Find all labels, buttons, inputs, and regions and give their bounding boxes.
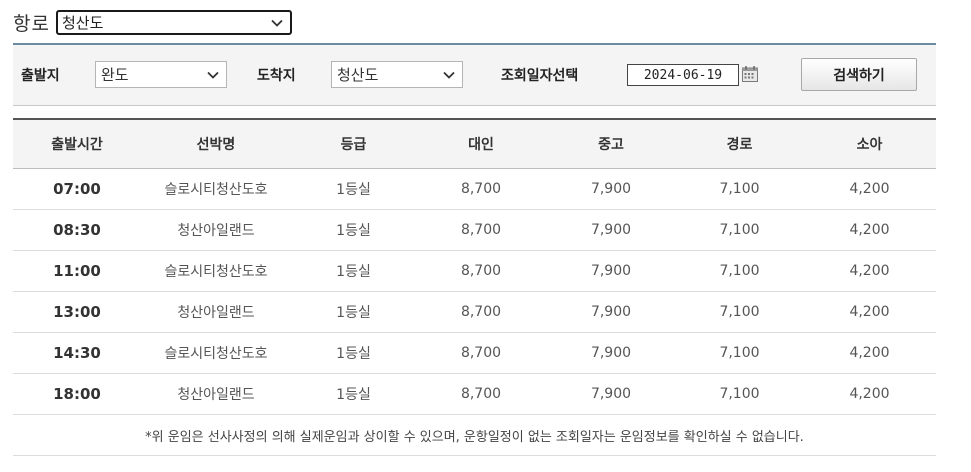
fare-child: 4,200 [803, 373, 936, 415]
chevron-down-icon [207, 71, 219, 79]
grade: 1등실 [291, 291, 416, 333]
fare-child: 4,200 [803, 332, 936, 374]
ship-name: 청산아일랜드 [141, 373, 291, 415]
chevron-down-icon [271, 19, 283, 27]
fare-child: 4,200 [803, 168, 936, 210]
fare-adult: 8,700 [416, 291, 546, 333]
departure-time: 18:00 [13, 373, 141, 415]
date-input[interactable]: 2024-06-19 [627, 64, 739, 86]
fare-senior: 7,100 [676, 168, 803, 210]
route-select-value: 청산도 [61, 14, 104, 32]
fare-adult: 8,700 [416, 209, 546, 251]
fare-senior: 7,100 [676, 332, 803, 374]
fare-senior: 7,100 [676, 291, 803, 333]
fare-adult: 8,700 [416, 168, 546, 210]
fare-adult: 8,700 [416, 250, 546, 292]
grade: 1등실 [291, 209, 416, 251]
fare-student: 7,900 [546, 250, 676, 292]
table-row: 07:00 슬로시티청산도호 1등실 8,700 7,900 7,100 4,2… [13, 168, 936, 210]
fare-adult: 8,700 [416, 332, 546, 374]
header-ship-name: 선박명 [141, 119, 291, 169]
date-label: 조회일자선택 [501, 68, 579, 84]
fare-adult: 8,700 [416, 373, 546, 415]
ship-name: 슬로시티청산도호 [141, 250, 291, 292]
fare-student: 7,900 [546, 168, 676, 210]
departure-select-value: 완도 [101, 66, 129, 84]
header-grade: 등급 [291, 119, 416, 169]
ship-name: 슬로시티청산도호 [141, 168, 291, 210]
ship-name: 청산아일랜드 [141, 291, 291, 333]
fare-senior: 7,100 [676, 250, 803, 292]
grade: 1등실 [291, 332, 416, 374]
fare-student: 7,900 [546, 332, 676, 374]
ship-name: 슬로시티청산도호 [141, 332, 291, 374]
table-row: 13:00 청산아일랜드 1등실 8,700 7,900 7,100 4,200 [13, 291, 936, 333]
header-student: 중고 [546, 119, 676, 169]
fare-note: *위 운임은 선사사정의 의해 실제운임과 상이할 수 있으며, 운항일정이 없… [13, 414, 936, 456]
departure-time: 14:30 [13, 332, 141, 374]
table-row: 18:00 청산아일랜드 1등실 8,700 7,900 7,100 4,200 [13, 373, 936, 415]
fare-child: 4,200 [803, 291, 936, 333]
search-filter-panel: 출발지 완도 도착지 청산도 조회일자선택 2024-06-19 검색하기 [13, 45, 936, 106]
departure-time: 08:30 [13, 209, 141, 251]
search-button[interactable]: 검색하기 [801, 58, 917, 91]
chevron-down-icon [443, 71, 455, 79]
table-row: 14:30 슬로시티청산도호 1등실 8,700 7,900 7,100 4,2… [13, 332, 936, 374]
header-senior: 경로 [676, 119, 803, 169]
ship-name: 청산아일랜드 [141, 209, 291, 251]
departure-label: 출발지 [21, 68, 60, 84]
table-row: 08:30 청산아일랜드 1등실 8,700 7,900 7,100 4,200 [13, 209, 936, 251]
fare-senior: 7,100 [676, 373, 803, 415]
grade: 1등실 [291, 250, 416, 292]
route-select[interactable]: 청산도 [55, 10, 292, 35]
departure-time: 07:00 [13, 168, 141, 210]
grade: 1등실 [291, 373, 416, 415]
table-row: 11:00 슬로시티청산도호 1등실 8,700 7,900 7,100 4,2… [13, 250, 936, 292]
fare-note-row: *위 운임은 선사사정의 의해 실제운임과 상이할 수 있으며, 운항일정이 없… [13, 414, 936, 456]
arrival-select-value: 청산도 [337, 66, 379, 84]
arrival-select[interactable]: 청산도 [331, 61, 463, 88]
fare-student: 7,900 [546, 291, 676, 333]
fare-table: 출발시간 선박명 등급 대인 중고 경로 소아 07:00 슬로시티청산도호 1… [13, 118, 936, 456]
departure-time: 11:00 [13, 250, 141, 292]
header-adult: 대인 [416, 119, 546, 169]
route-bar: 항로 청산도 [13, 9, 292, 36]
fare-senior: 7,100 [676, 209, 803, 251]
grade: 1등실 [291, 168, 416, 210]
fare-student: 7,900 [546, 209, 676, 251]
route-label: 항로 [13, 13, 50, 35]
departure-select[interactable]: 완도 [95, 61, 227, 88]
table-header-row: 출발시간 선박명 등급 대인 중고 경로 소아 [13, 119, 936, 169]
arrival-label: 도착지 [257, 68, 296, 84]
fare-student: 7,900 [546, 373, 676, 415]
fare-child: 4,200 [803, 250, 936, 292]
header-child: 소아 [803, 119, 936, 169]
header-departure-time: 출발시간 [13, 119, 141, 169]
calendar-icon[interactable] [741, 65, 759, 83]
fare-child: 4,200 [803, 209, 936, 251]
departure-time: 13:00 [13, 291, 141, 333]
